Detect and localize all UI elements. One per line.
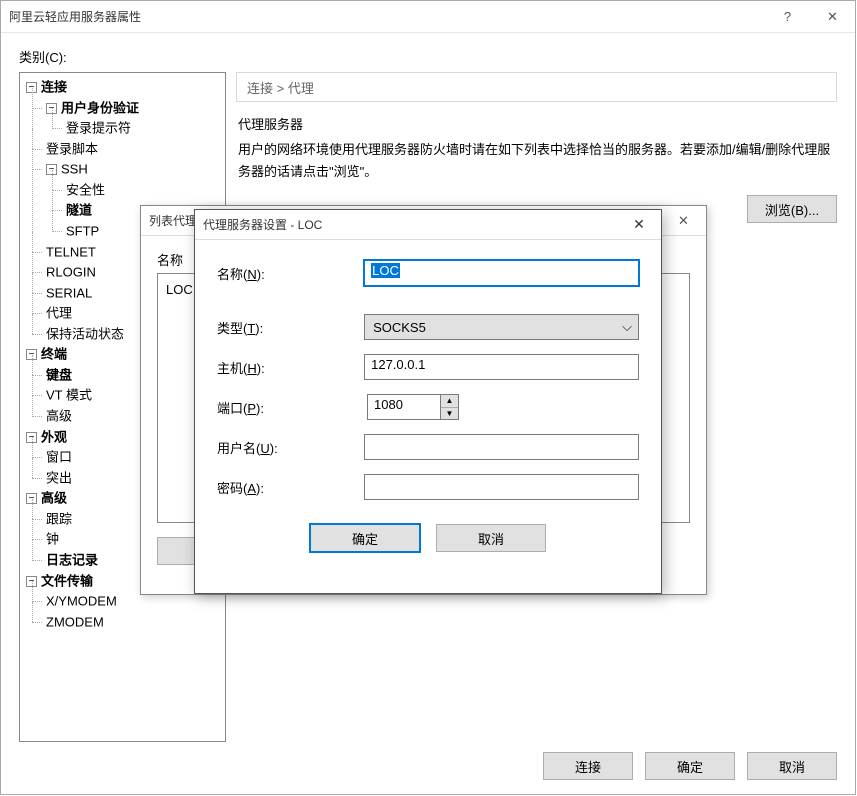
tree-item-advanced-terminal[interactable]: 高级 — [46, 409, 72, 424]
proxy-cancel-button[interactable]: 取消 — [436, 524, 546, 552]
tree-item-login-script[interactable]: 登录脚本 — [46, 141, 98, 156]
chevron-down-icon: ⌵ — [622, 319, 632, 335]
proxy-settings-dialog: 代理服务器设置 - LOC ✕ 名称(N): LOC 类型(T): SOCKS5… — [194, 209, 662, 594]
tree-item-connection[interactable]: 连接 — [41, 80, 67, 95]
main-window-title: 阿里云轻应用服务器属性 — [9, 8, 765, 25]
name-label: 名称(N): — [217, 264, 364, 283]
browse-button[interactable]: 浏览(B)... — [747, 195, 837, 223]
category-label: 类别(C): — [19, 47, 837, 66]
type-select[interactable]: SOCKS5 ⌵ — [364, 314, 639, 340]
breadcrumb: 连接 > 代理 — [236, 72, 837, 102]
username-label: 用户名(U): — [217, 438, 364, 457]
spinner-down-icon[interactable]: ▼ — [441, 408, 458, 420]
list-col-name: 名称 — [157, 250, 183, 269]
tree-item-telnet[interactable]: TELNET — [46, 244, 96, 259]
tree-item-proxy[interactable]: 代理 — [46, 306, 72, 321]
tree-item-trace[interactable]: 跟踪 — [46, 511, 72, 526]
tree-item-sftp[interactable]: SFTP — [66, 224, 99, 239]
close-button[interactable]: ✕ — [810, 2, 855, 32]
proxy-dialog-titlebar: 代理服务器设置 - LOC ✕ — [195, 210, 661, 240]
tree-item-appearance[interactable]: 外观 — [41, 429, 67, 444]
tree-item-highlight[interactable]: 突出 — [46, 470, 72, 485]
tree-item-advanced[interactable]: 高级 — [41, 491, 67, 506]
tree-item-vt[interactable]: VT 模式 — [46, 388, 92, 403]
tree-item-keyboard[interactable]: 键盘 — [46, 367, 72, 382]
type-label: 类型(T): — [217, 318, 364, 337]
tree-item-keepalive[interactable]: 保持活动状态 — [46, 326, 124, 341]
tree-item-bell[interactable]: 钟 — [46, 532, 59, 547]
connect-button[interactable]: 连接 — [543, 752, 633, 780]
tree-item-logging[interactable]: 日志记录 — [46, 553, 98, 568]
main-titlebar: 阿里云轻应用服务器属性 ? ✕ — [1, 1, 855, 33]
tree-item-terminal[interactable]: 终端 — [41, 347, 67, 362]
proxy-description: 用户的网络环境使用代理服务器防火墙时请在如下列表中选择恰当的服务器。若要添加/编… — [238, 139, 835, 183]
password-label: 密码(A): — [217, 478, 364, 497]
tree-item-rlogin[interactable]: RLOGIN — [46, 265, 96, 280]
tree-item-filetransfer[interactable]: 文件传输 — [41, 573, 93, 588]
host-label: 主机(H): — [217, 358, 364, 377]
tree-item-tunnel[interactable]: 隧道 — [66, 203, 92, 218]
ok-button[interactable]: 确定 — [645, 752, 735, 780]
cancel-button[interactable]: 取消 — [747, 752, 837, 780]
password-input[interactable] — [364, 474, 639, 500]
tree-item-security[interactable]: 安全性 — [66, 182, 105, 197]
port-spinner[interactable]: ▲ ▼ — [441, 394, 459, 420]
tree-item-window[interactable]: 窗口 — [46, 450, 72, 465]
proxy-group-label: 代理服务器 — [238, 114, 837, 133]
proxy-ok-button[interactable]: 确定 — [310, 524, 420, 552]
port-input[interactable]: 1080 — [367, 394, 441, 420]
type-select-value: SOCKS5 — [373, 320, 426, 335]
tree-item-login-prompt[interactable]: 登录提示符 — [66, 121, 131, 136]
help-button[interactable]: ? — [765, 2, 810, 32]
name-input[interactable]: LOC — [364, 260, 639, 286]
host-input[interactable]: 127.0.0.1 — [364, 354, 639, 380]
tree-item-ssh[interactable]: SSH — [61, 162, 88, 177]
username-input[interactable] — [364, 434, 639, 460]
tree-item-zmodem[interactable]: ZMODEM — [46, 614, 104, 629]
tree-item-auth[interactable]: 用户身份验证 — [61, 100, 139, 115]
spinner-up-icon[interactable]: ▲ — [441, 395, 458, 408]
list-dialog-close-icon[interactable]: ✕ — [661, 206, 706, 236]
tree-item-xymodem[interactable]: X/YMODEM — [46, 594, 117, 609]
tree-item-serial[interactable]: SERIAL — [46, 285, 92, 300]
proxy-dialog-close-icon[interactable]: ✕ — [617, 211, 661, 239]
port-label: 端口(P): — [217, 398, 367, 417]
proxy-dialog-title: 代理服务器设置 - LOC — [203, 216, 617, 233]
footer-buttons: 连接 确定 取消 — [543, 752, 837, 780]
